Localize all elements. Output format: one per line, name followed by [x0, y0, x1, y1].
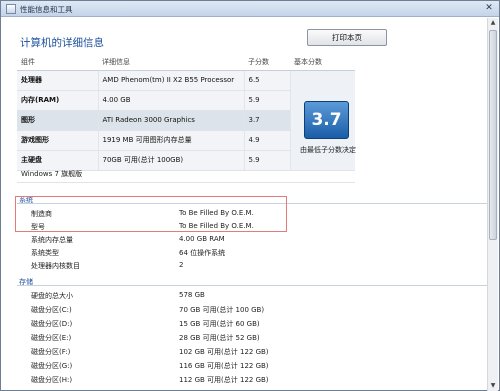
storage-label: 磁盘分区(H:)	[31, 376, 73, 384]
component-cell: 游戏图形	[17, 130, 99, 151]
scroll-down-arrow-icon[interactable]: ▼	[488, 381, 498, 391]
system-value: 4.00 GB RAM	[179, 235, 225, 243]
section-divider	[17, 285, 487, 286]
highlight-annotation-box	[15, 196, 287, 232]
subscore-cell: 6.5	[244, 70, 291, 91]
window-icon	[6, 4, 16, 14]
details-cell: 1919 MB 可用图形内存总量	[98, 130, 245, 151]
component-cell: 内存(RAM)	[17, 90, 99, 111]
header-base-score: 基本分数	[290, 55, 355, 71]
details-pane: 计算机的详细信息 打印本页 组件 详细信息 子分数 基本分数 处理器 AMD P…	[5, 21, 487, 389]
title-bar[interactable]: 性能信息和工具 ✕	[1, 1, 499, 17]
storage-value: 112 GB 可用(总计 122 GB)	[179, 376, 269, 384]
system-label: 处理器内核数目	[31, 262, 80, 270]
base-score-tile: 3.7	[304, 101, 349, 139]
table-row: 处理器 AMD Phenom(tm) II X2 B55 Processor 6…	[17, 70, 355, 171]
header-subscore: 子分数	[244, 55, 290, 71]
storage-label: 磁盘分区(C:)	[31, 306, 72, 314]
storage-label: 磁盘分区(F:)	[31, 348, 71, 356]
os-edition: Windows 7 旗舰版	[17, 165, 355, 183]
details-cell: ATI Radeon 3000 Graphics	[98, 110, 245, 131]
storage-value: 28 GB 可用(总计 52 GB)	[179, 334, 260, 342]
storage-label: 磁盘分区(D:)	[31, 320, 73, 328]
base-score-panel: 3.7 由最低子分数决定	[294, 101, 356, 167]
details-cell: AMD Phenom(tm) II X2 B55 Processor	[98, 70, 245, 91]
storage-value: 70 GB 可用(总计 100 GB)	[179, 306, 265, 314]
scroll-up-arrow-icon[interactable]: ▲	[488, 18, 498, 28]
details-cell: 4.00 GB	[98, 90, 245, 111]
window-title: 性能信息和工具	[20, 5, 73, 14]
score-table-header: 组件 详细信息 子分数 基本分数	[17, 55, 355, 71]
component-cell: 图形	[17, 110, 99, 131]
vertical-scrollbar[interactable]: ▲ ▼	[487, 18, 498, 391]
storage-value: 15 GB 可用(总计 60 GB)	[179, 320, 260, 328]
component-cell: 处理器	[17, 70, 99, 91]
system-value: 64 位操作系统	[179, 249, 226, 257]
storage-label: 磁盘分区(E:)	[31, 334, 72, 342]
storage-value: 116 GB 可用(总计 122 GB)	[179, 362, 269, 370]
system-value: 2	[179, 261, 184, 269]
scroll-thumb[interactable]	[489, 30, 497, 240]
system-label: 系统内存总量	[31, 236, 73, 244]
print-page-button[interactable]: 打印本页	[307, 29, 387, 46]
storage-label: 硬盘的总大小	[31, 292, 73, 300]
performance-window: 性能信息和工具 ✕ 计算机的详细信息 打印本页 组件 详细信息 子分数 基本分数…	[0, 0, 500, 391]
subscore-cell: 5.9	[244, 90, 291, 111]
header-details: 详细信息	[98, 55, 244, 71]
subscore-cell: 3.7	[244, 110, 291, 131]
storage-value: 102 GB 可用(总计 122 GB)	[179, 348, 269, 356]
storage-value: 578 GB	[179, 291, 205, 299]
base-score-caption: 由最低子分数决定	[300, 146, 356, 154]
page-title: 计算机的详细信息	[20, 37, 104, 49]
close-button[interactable]: ✕	[483, 3, 495, 14]
storage-label: 磁盘分区(G:)	[31, 362, 73, 370]
header-component: 组件	[17, 55, 98, 71]
system-label: 系统类型	[31, 249, 59, 257]
subscore-cell: 4.9	[244, 130, 291, 151]
